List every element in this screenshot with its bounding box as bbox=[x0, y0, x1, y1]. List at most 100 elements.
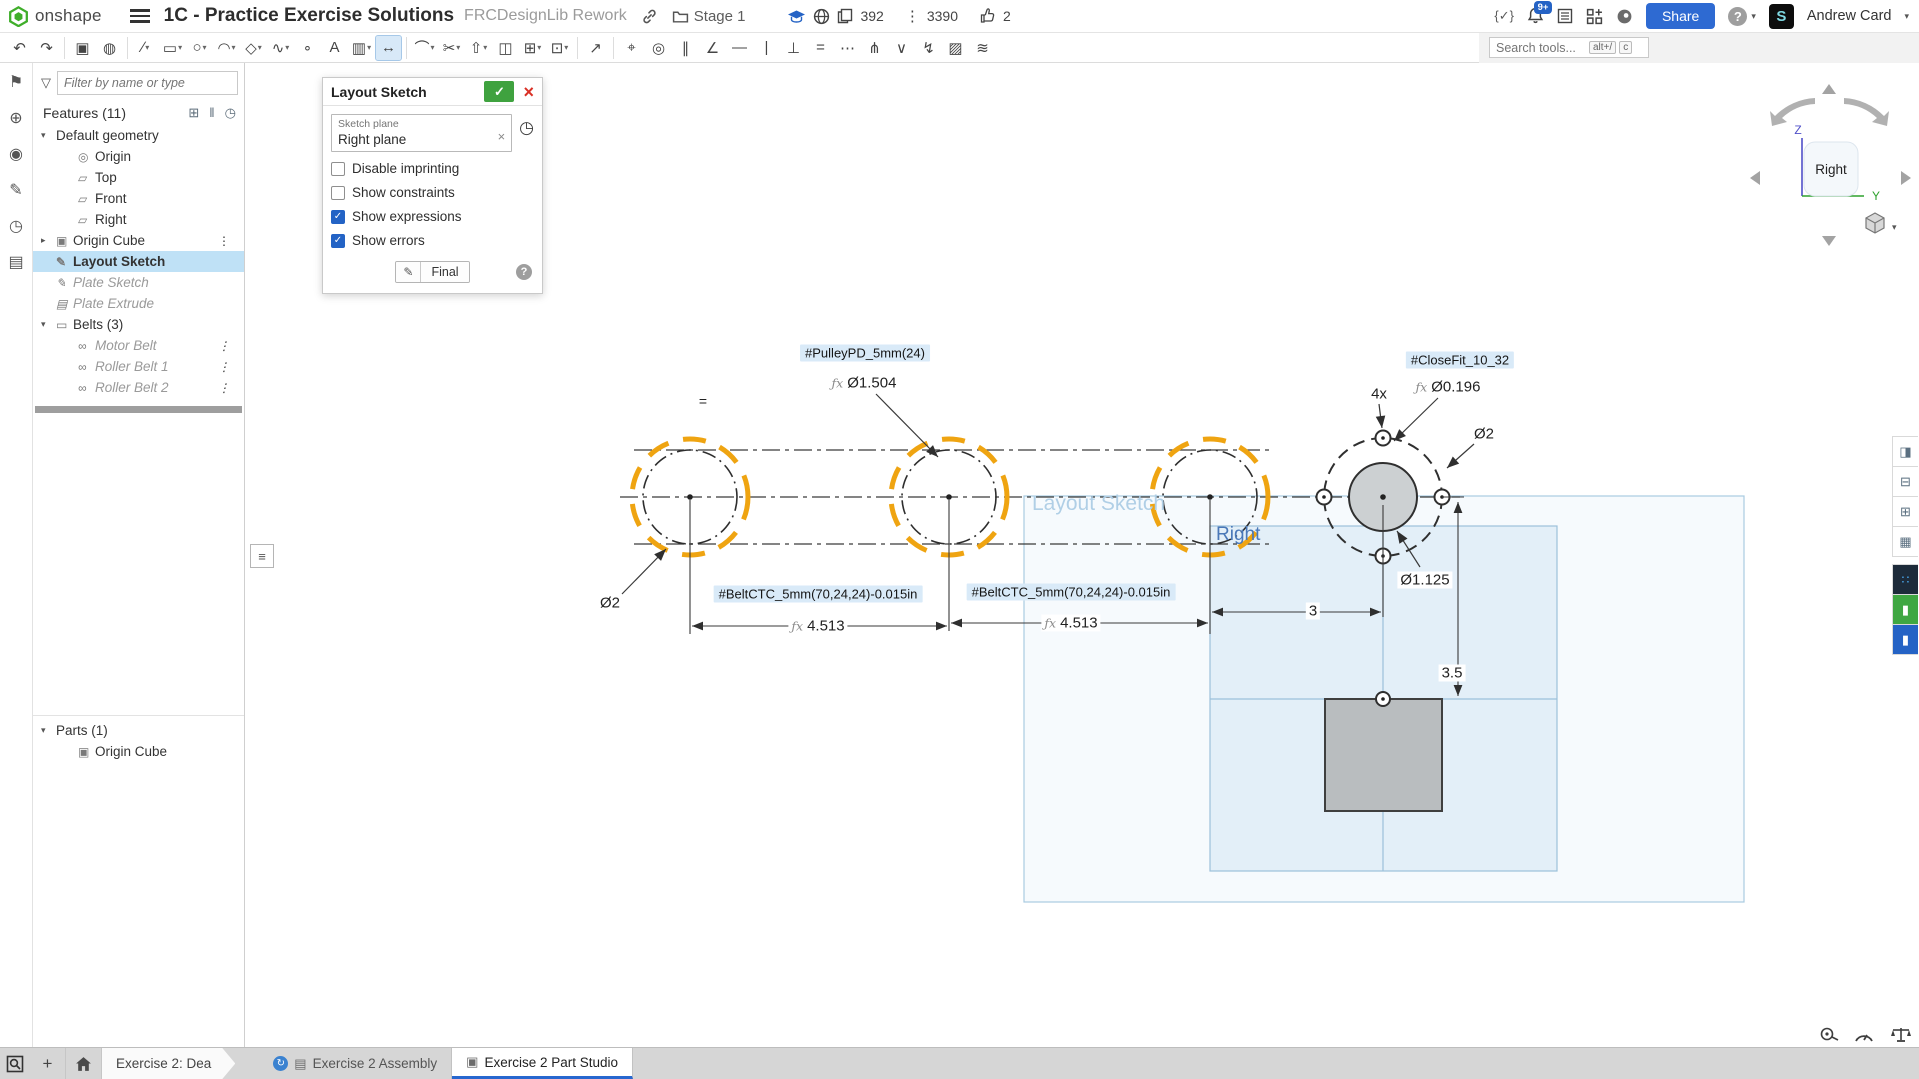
feature-origin-cube[interactable]: ▸▣Origin Cube⋮ bbox=[33, 230, 244, 251]
feature-plate-extrude[interactable]: ▤Plate Extrude bbox=[33, 293, 244, 314]
import-dxf-icon[interactable]: ⊡▾ bbox=[547, 36, 572, 60]
add-tab-button[interactable]: + bbox=[30, 1048, 66, 1079]
feature-front[interactable]: ▱Front bbox=[33, 188, 244, 209]
curvature-constraint-icon[interactable]: ≋ bbox=[970, 36, 995, 60]
transform-tool-icon[interactable]: ↗ bbox=[583, 36, 608, 60]
checkbox-disable-imprinting[interactable] bbox=[331, 162, 345, 176]
expression-tag-pulley-pd[interactable]: #PulleyPD_5mm(24) bbox=[800, 345, 930, 362]
workspace-name[interactable]: FRCDesignLib Rework bbox=[464, 7, 627, 25]
featurescript-icon[interactable]: {✓} bbox=[1494, 8, 1514, 24]
home-tab-icon[interactable] bbox=[66, 1048, 102, 1079]
tape-measure-icon[interactable] bbox=[1818, 1026, 1840, 1049]
feature-layout-sketch[interactable]: ✎Layout Sketch bbox=[33, 251, 244, 272]
dimension-ctc-1[interactable]: ƒx4.513 bbox=[788, 618, 847, 635]
dimension-ctc-2[interactable]: ƒx4.513 bbox=[1041, 615, 1100, 632]
sketch-mode-icon[interactable]: ✎ bbox=[396, 262, 421, 282]
feature-menu-icon[interactable]: ⋮ bbox=[218, 234, 230, 248]
onshape-logo[interactable]: onshape bbox=[0, 6, 112, 27]
checkbox-row-show-constraints[interactable]: Show constraints bbox=[331, 185, 534, 200]
tree-caret-icon[interactable]: ▸ bbox=[41, 235, 56, 246]
polygon-tool-icon[interactable]: ◇▾ bbox=[241, 36, 266, 60]
sketch-geometry[interactable] bbox=[0, 0, 1919, 1079]
sketch-canvas[interactable]: Layout Sketch Right #PulleyPD_5mm(24) ƒx… bbox=[0, 0, 1919, 1079]
custom-tables-panel-icon[interactable]: ⊞ bbox=[1892, 496, 1918, 527]
clear-selection-icon[interactable]: × bbox=[498, 129, 506, 144]
filter-funnel-icon[interactable]: ▽ bbox=[41, 75, 51, 91]
mirror-tool-icon[interactable]: ◫ bbox=[493, 36, 518, 60]
spline-tool-icon[interactable]: ∿▾ bbox=[268, 36, 293, 60]
circle-tool-icon[interactable]: ○▾ bbox=[187, 36, 212, 60]
ai-assistant-icon[interactable] bbox=[1616, 8, 1633, 25]
symmetric-constraint-icon[interactable]: ⋔ bbox=[862, 36, 887, 60]
pattern-tool-icon[interactable]: ⊞▾ bbox=[520, 36, 545, 60]
tab-zoom-icon[interactable] bbox=[0, 1048, 30, 1079]
filter-input[interactable] bbox=[57, 71, 238, 95]
app-store-panel-icon[interactable]: ∷ bbox=[1892, 564, 1918, 595]
notes-icon[interactable]: ✎ bbox=[5, 179, 27, 201]
user-name[interactable]: Andrew Card bbox=[1807, 8, 1892, 24]
expression-tag-beltctc-1[interactable]: #BeltCTC_5mm(70,24,24)-0.015in bbox=[714, 586, 923, 603]
apps-grid-icon[interactable] bbox=[1586, 8, 1603, 25]
arc-tool-icon[interactable]: ◠▾ bbox=[214, 36, 239, 60]
feature-origin[interactable]: ◎Origin bbox=[33, 146, 244, 167]
checkbox-row-show-expressions[interactable]: ✓Show expressions bbox=[331, 209, 534, 224]
feature-top[interactable]: ▱Top bbox=[33, 167, 244, 188]
share-link-icon[interactable] bbox=[641, 8, 658, 25]
viewcube-face-right[interactable]: Right bbox=[1804, 142, 1858, 196]
dimension-pulley-dia[interactable]: ƒxØ1.504 bbox=[829, 375, 900, 392]
pierce-constraint-icon[interactable]: ↯ bbox=[916, 36, 941, 60]
redo-icon[interactable]: ↷ bbox=[34, 36, 59, 60]
task-list-icon[interactable] bbox=[1557, 8, 1573, 24]
dimension-shaft-offset[interactable]: 3 bbox=[1306, 603, 1320, 620]
usage-icon[interactable]: ⋮ bbox=[905, 7, 920, 25]
rectangle-tool-icon[interactable]: ▭▾ bbox=[160, 36, 185, 60]
search-tools-input[interactable] bbox=[1494, 40, 1586, 56]
slot-tool-icon[interactable]: ▥▾ bbox=[349, 36, 374, 60]
dimension-dia2-left[interactable]: Ø2 bbox=[597, 595, 623, 612]
fillet-tool-icon[interactable]: ⌒▾ bbox=[412, 36, 437, 60]
copies-icon[interactable] bbox=[837, 8, 853, 24]
parallel-constraint-icon[interactable]: ∥ bbox=[673, 36, 698, 60]
insert-marker-icon[interactable]: ⊕ bbox=[5, 107, 27, 129]
checkbox-row-show-errors[interactable]: ✓Show errors bbox=[331, 233, 534, 248]
coincident-constraint-icon[interactable]: ⌖ bbox=[619, 36, 644, 60]
tangent-constraint-icon[interactable]: ∠ bbox=[700, 36, 725, 60]
copy-paste-sketch-icon[interactable]: ▣ bbox=[70, 36, 95, 60]
dimension-height[interactable]: 3.5 bbox=[1439, 665, 1466, 682]
expression-tag-beltctc-2[interactable]: #BeltCTC_5mm(70,24,24)-0.015in bbox=[967, 584, 1176, 601]
equal-constraint-icon[interactable]: = bbox=[808, 36, 833, 60]
concentric-constraint-icon[interactable]: ◎ bbox=[646, 36, 671, 60]
rollback-pause-icon[interactable]: ‖ bbox=[209, 105, 214, 121]
tab-exercise-2-dea[interactable]: Exercise 2: Dea bbox=[102, 1048, 235, 1079]
design-handbook-icon[interactable]: ▮ bbox=[1892, 594, 1918, 625]
feature-right[interactable]: ▱Right bbox=[33, 209, 244, 230]
vertical-constraint-icon[interactable]: | bbox=[754, 36, 779, 60]
feature-roller-belt-2[interactable]: ∞Roller Belt 2⋮ bbox=[33, 377, 244, 398]
tab-exercise-2-assembly[interactable]: ↻ ▤ Exercise 2 Assembly bbox=[259, 1048, 452, 1079]
midpoint-constraint-icon[interactable]: ⋯ bbox=[835, 36, 860, 60]
feature-default-geometry[interactable]: ▾Default geometry bbox=[33, 125, 244, 146]
tree-caret-icon[interactable]: ▾ bbox=[41, 130, 56, 141]
search-tools-box[interactable]: alt+/ c bbox=[1489, 37, 1649, 58]
bom-panel-icon[interactable]: ▦ bbox=[1892, 526, 1918, 557]
comments-icon[interactable]: ◉ bbox=[5, 143, 27, 165]
checkbox-row-disable-imprinting[interactable]: Disable imprinting bbox=[331, 161, 534, 176]
chevron-down-icon[interactable]: ▾ bbox=[41, 725, 56, 736]
canvas-features-toggle[interactable]: ≡ bbox=[250, 544, 274, 568]
checkbox-show-expressions[interactable]: ✓ bbox=[331, 210, 345, 224]
fix-constraint-icon[interactable]: ▨ bbox=[943, 36, 968, 60]
tree-caret-icon[interactable]: ▾ bbox=[41, 319, 56, 330]
use-project-tool-icon[interactable]: ⇧▾ bbox=[466, 36, 491, 60]
insert-image-icon[interactable]: ◍ bbox=[97, 36, 122, 60]
performance-gauge-icon[interactable] bbox=[1853, 1026, 1875, 1049]
sketch-plane-field[interactable]: Sketch plane Right plane × bbox=[331, 114, 512, 152]
origin-cube-face[interactable] bbox=[1325, 692, 1442, 811]
point-tool-icon[interactable]: ∘ bbox=[295, 36, 320, 60]
dimension-closefit-dia[interactable]: ƒxØ0.196 bbox=[1413, 379, 1484, 396]
feature-roller-belt-1[interactable]: ∞Roller Belt 1⋮ bbox=[33, 356, 244, 377]
line-tool-icon[interactable]: ∕▾ bbox=[133, 36, 158, 60]
feature-history-icon[interactable]: ◷ bbox=[225, 105, 236, 121]
checklist-icon[interactable]: ▤ bbox=[5, 251, 27, 273]
perpendicular-constraint-icon[interactable]: ⊥ bbox=[781, 36, 806, 60]
horizontal-constraint-icon[interactable]: — bbox=[727, 36, 752, 60]
